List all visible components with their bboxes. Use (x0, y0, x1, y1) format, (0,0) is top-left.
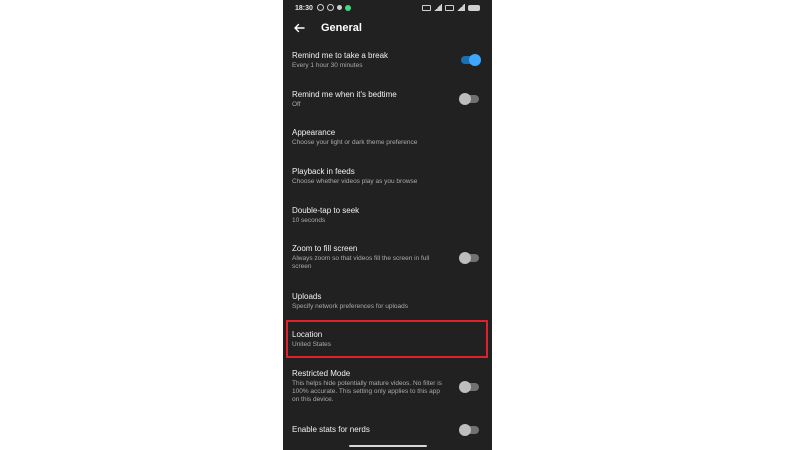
status-left-icons (317, 4, 351, 11)
notification-dot-icon (337, 5, 342, 10)
setting-title: Restricted Mode (292, 369, 351, 378)
signal-icon (434, 4, 442, 11)
setting-subtitle: United States (292, 341, 332, 348)
setting-subtitle: Off (292, 101, 301, 108)
setting-title: Playback in feeds (292, 167, 355, 176)
setting-subtitle: 10 seconds (292, 217, 326, 224)
wifi-icon (457, 4, 465, 11)
stats-for-nerds-toggle[interactable] (459, 424, 479, 436)
toggle-knob (469, 54, 481, 66)
setting-subtitle: Specify network preferences for uploads (292, 303, 408, 310)
setting-title: Uploads (292, 292, 322, 301)
sim-icon (445, 4, 454, 11)
network-speed-icon (422, 4, 431, 11)
home-indicator[interactable] (349, 445, 427, 447)
setting-subtitle: Every 1 hour 30 minutes (292, 62, 363, 69)
status-bar: 18:30 (283, 0, 492, 18)
clock-icon (327, 4, 334, 11)
status-right-icons (422, 4, 480, 11)
setting-subtitle: Choose whether videos play as you browse (292, 178, 418, 185)
toggle-knob (459, 93, 471, 105)
bedtime-reminder-toggle[interactable] (459, 93, 479, 105)
setting-playback-in-feeds[interactable]: Playback in feeds Choose whether videos … (283, 166, 492, 186)
setting-location[interactable]: Location United States (283, 329, 492, 349)
alarm-icon (317, 4, 324, 11)
toggle-knob (459, 381, 471, 393)
active-indicator-icon (345, 4, 351, 11)
setting-title: Double-tap to seek (292, 206, 360, 215)
setting-subtitle: This helps hide potentially mature video… (292, 380, 442, 403)
setting-appearance[interactable]: Appearance Choose your light or dark the… (283, 127, 492, 147)
setting-uploads[interactable]: Uploads Specify network preferences for … (283, 291, 492, 311)
phone-screen: 18:30 General Remind me to take a break … (283, 0, 492, 450)
setting-title: Appearance (292, 128, 336, 137)
back-arrow-icon[interactable] (291, 20, 307, 36)
zoom-to-fill-toggle[interactable] (459, 252, 479, 264)
page-title: General (321, 22, 362, 34)
restricted-mode-toggle[interactable] (459, 381, 479, 393)
battery-icon (468, 4, 480, 11)
setting-title: Location (292, 330, 323, 339)
toggle-knob (459, 252, 471, 264)
setting-double-tap-seek[interactable]: Double-tap to seek 10 seconds (283, 205, 492, 225)
take-a-break-toggle[interactable] (461, 54, 481, 66)
setting-subtitle: Always zoom so that videos fill the scre… (292, 255, 430, 270)
toggle-knob (459, 424, 471, 436)
app-header: General (283, 18, 492, 42)
setting-subtitle: Choose your light or dark theme preferen… (292, 139, 418, 146)
status-time: 18:30 (295, 5, 313, 12)
